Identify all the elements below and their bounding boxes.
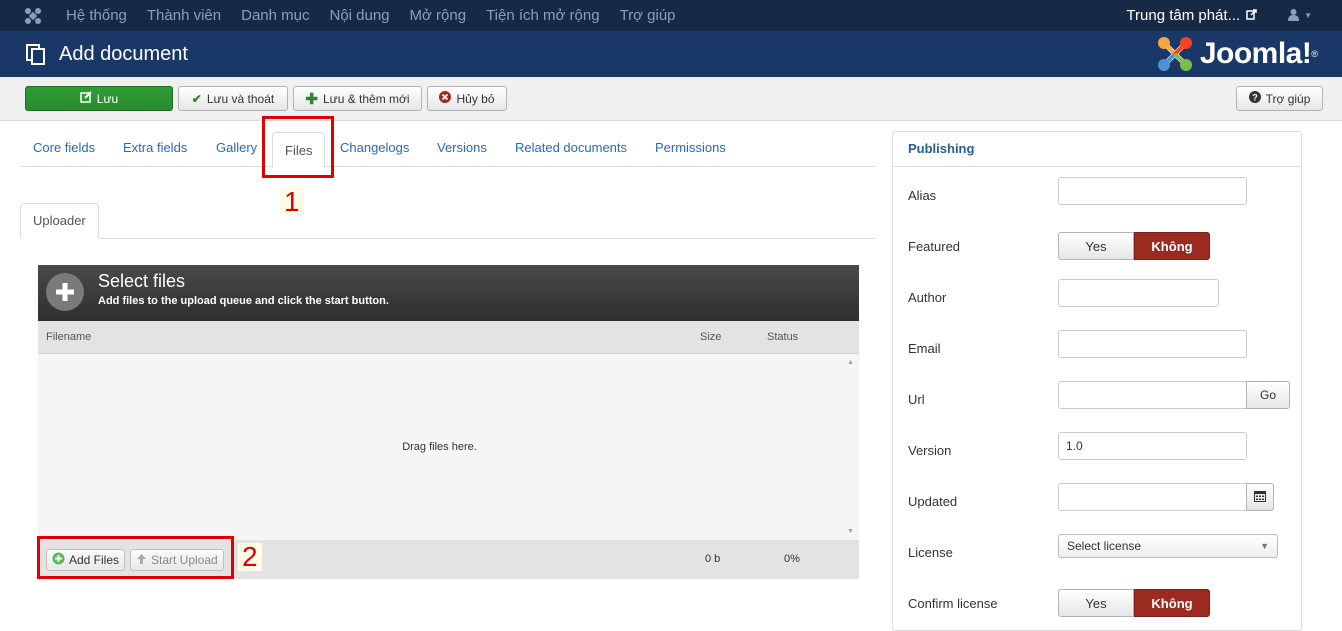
- main-tabs: Core fields Extra fields Gallery Files C…: [20, 130, 876, 168]
- annotation-box-2: [37, 536, 234, 579]
- save-button[interactable]: Lưu: [25, 86, 173, 111]
- tab-gallery[interactable]: Gallery: [216, 130, 257, 167]
- menu-users[interactable]: Thành viên: [147, 0, 221, 31]
- license-selected: Select license: [1067, 539, 1142, 553]
- scrollbar[interactable]: ▲ ▼: [842, 354, 859, 540]
- question-circle-icon: ?: [1248, 91, 1261, 106]
- annotation-box-1: [262, 116, 334, 178]
- confirm-license-yes-button[interactable]: Yes: [1058, 589, 1134, 617]
- registered-mark: ®: [1311, 49, 1318, 59]
- publishing-panel: Publishing Alias Featured Yes Không Auth…: [892, 131, 1302, 631]
- tab-extra-fields[interactable]: Extra fields: [123, 130, 187, 167]
- menu-extensions[interactable]: Mở rộng: [410, 0, 467, 31]
- subtab-uploader[interactable]: Uploader: [20, 203, 99, 239]
- cancel-button[interactable]: Hủy bỏ: [427, 86, 507, 111]
- main-menu: Hệ thống Thành viên Danh mục Nội dung Mở…: [66, 0, 696, 31]
- featured-label: Featured: [908, 239, 961, 254]
- version-input[interactable]: 1.0: [1058, 432, 1247, 460]
- joomla-logo: Joomla! ®: [1156, 35, 1318, 73]
- sub-tabs: Uploader: [20, 203, 876, 239]
- featured-yes-button[interactable]: Yes: [1058, 232, 1134, 260]
- toolbar: Lưu ✔ Lưu và thoát ✚ Lưu & thêm mới Hủy …: [0, 77, 1342, 121]
- menu-content[interactable]: Nội dung: [329, 0, 389, 31]
- help-label: Trợ giúp: [1265, 91, 1311, 106]
- total-size: 0 b: [705, 553, 721, 565]
- confirm-license-label: Confirm license: [908, 596, 998, 611]
- confirm-license-no-button[interactable]: Không: [1134, 589, 1210, 617]
- site-link[interactable]: Trung tâm phát...: [1126, 7, 1257, 24]
- tab-permissions[interactable]: Permissions: [655, 130, 726, 167]
- divider: [893, 166, 1301, 167]
- user-menu[interactable]: ▼: [1287, 8, 1312, 24]
- tab-changelogs[interactable]: Changelogs: [340, 130, 409, 167]
- license-select[interactable]: Select license ▼: [1058, 534, 1278, 558]
- site-label: Trung tâm phát...: [1126, 7, 1241, 24]
- calendar-button[interactable]: [1246, 483, 1274, 511]
- author-label: Author: [908, 290, 947, 305]
- check-icon: ✔: [191, 91, 202, 106]
- email-input[interactable]: [1058, 330, 1247, 358]
- column-filename: Filename: [46, 331, 92, 343]
- joomla-logo-icon: [1157, 37, 1192, 71]
- file-uploader: Select files Add files to the upload que…: [38, 265, 859, 579]
- menu-components[interactable]: Tiện ích mở rộng: [486, 0, 600, 31]
- menu-help[interactable]: Trợ giúp: [620, 0, 676, 31]
- total-percent: 0%: [784, 553, 800, 565]
- menu-categories[interactable]: Danh mục: [241, 0, 309, 31]
- calendar-icon: [1254, 490, 1266, 505]
- joomla-menu-icon[interactable]: [0, 0, 66, 31]
- email-label: Email: [908, 341, 941, 356]
- upload-drop-zone[interactable]: Drag files here. ▲ ▼: [38, 354, 859, 540]
- alias-label: Alias: [908, 188, 937, 203]
- page-title: Add document: [59, 42, 188, 65]
- column-status: Status: [767, 331, 799, 343]
- page-header: Add document Joomla! ®: [0, 31, 1342, 77]
- external-link-icon: [1246, 7, 1257, 24]
- plus-circle-icon[interactable]: [46, 273, 84, 311]
- uploader-subtitle: Add files to the upload queue and click …: [98, 295, 389, 307]
- updated-label: Updated: [908, 494, 958, 509]
- version-label: Version: [908, 443, 952, 458]
- cancel-label: Hủy bỏ: [456, 91, 495, 106]
- edit-icon: [80, 91, 92, 106]
- caret-down-icon: ▼: [1260, 541, 1269, 551]
- help-button[interactable]: ? Trợ giúp: [1236, 86, 1323, 111]
- alias-input[interactable]: [1058, 177, 1247, 205]
- drop-zone-text: Drag files here.: [402, 441, 477, 453]
- featured-toggle: Yes Không: [1058, 232, 1210, 260]
- url-input[interactable]: [1058, 381, 1247, 409]
- user-icon: [1287, 8, 1300, 24]
- tab-core-fields[interactable]: Core fields: [33, 130, 95, 167]
- save-close-label: Lưu và thoát: [206, 91, 275, 106]
- author-input[interactable]: [1058, 279, 1219, 307]
- save-close-button[interactable]: ✔ Lưu và thoát: [178, 86, 288, 111]
- url-label: Url: [908, 392, 925, 407]
- tab-related-documents[interactable]: Related documents: [515, 130, 627, 167]
- uploader-header: Select files Add files to the upload que…: [38, 265, 859, 321]
- plus-icon: ✚: [305, 90, 318, 108]
- confirm-license-toggle: Yes Không: [1058, 589, 1210, 617]
- scroll-down-icon[interactable]: ▼: [847, 528, 854, 535]
- publishing-title: Publishing: [908, 141, 975, 156]
- featured-no-button[interactable]: Không: [1134, 232, 1210, 260]
- svg-text:?: ?: [1252, 93, 1258, 103]
- uploader-column-headers: Filename Size Status: [38, 321, 859, 354]
- copy-icon: [25, 43, 47, 65]
- save-label: Lưu: [96, 91, 119, 106]
- cancel-circle-icon: [439, 91, 452, 106]
- save-new-button[interactable]: ✚ Lưu & thêm mới: [293, 86, 422, 111]
- scroll-up-icon[interactable]: ▲: [847, 359, 854, 366]
- column-size: Size: [700, 331, 722, 343]
- url-go-button[interactable]: Go: [1246, 381, 1290, 409]
- joomla-logo-text: Joomla!: [1199, 37, 1312, 70]
- top-navbar: Hệ thống Thành viên Danh mục Nội dung Mở…: [0, 0, 1342, 31]
- updated-input[interactable]: [1058, 483, 1247, 511]
- license-label: License: [908, 545, 953, 560]
- save-new-label: Lưu & thêm mới: [322, 91, 410, 106]
- uploader-title: Select files: [98, 271, 186, 291]
- annotation-number-2: 2: [238, 543, 262, 571]
- caret-down-icon: ▼: [1304, 11, 1312, 20]
- menu-system[interactable]: Hệ thống: [66, 0, 127, 31]
- tab-versions[interactable]: Versions: [437, 130, 487, 167]
